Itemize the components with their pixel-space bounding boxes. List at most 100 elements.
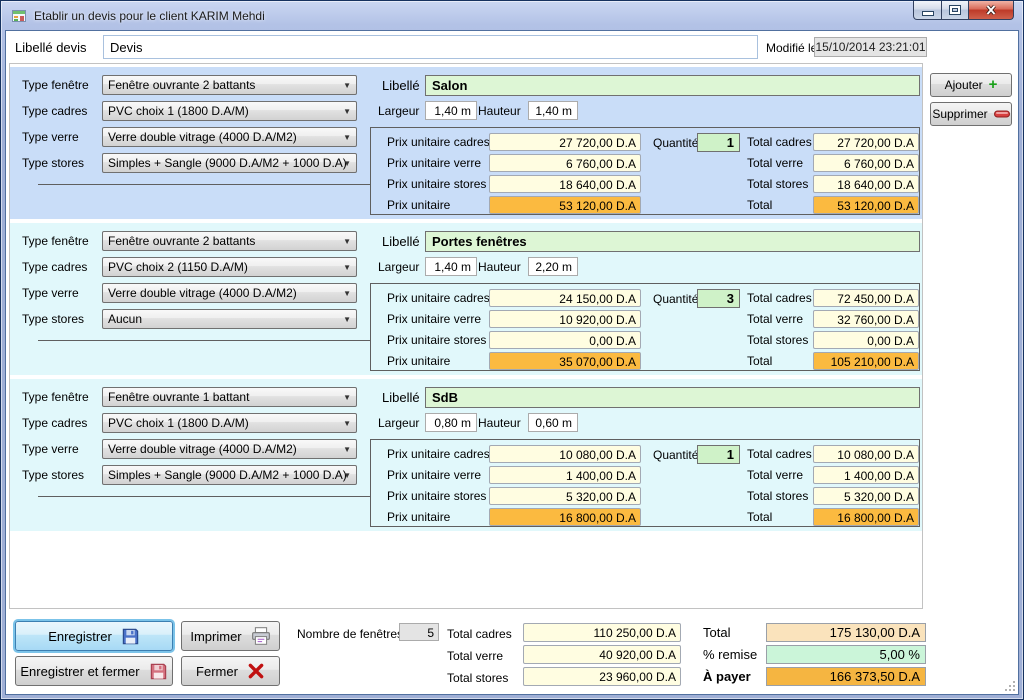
type-stores-label: Type stores — [22, 156, 84, 170]
chevron-down-icon: ▼ — [343, 445, 351, 454]
type-stores-select[interactable]: Aucun▼ — [102, 309, 357, 329]
combo-value: PVC choix 1 (1800 D.A/M) — [108, 104, 249, 118]
type-cadres-label: Type cadres — [22, 104, 87, 118]
close-button[interactable] — [969, 1, 1014, 20]
largeur-field[interactable]: 1,40 m — [425, 257, 477, 276]
combo-value: Simples + Sangle (9000 D.A/M2 + 1000 D.A… — [108, 468, 347, 482]
maximize-button[interactable] — [942, 1, 969, 20]
unit-prices: Prix unitaire cadres10 080,00 D.A Prix u… — [387, 445, 641, 526]
type-cadres-select[interactable]: PVC choix 1 (1800 D.A/M) ▼ — [102, 101, 357, 121]
sum-verre-field: 40 920,00 D.A — [523, 645, 681, 664]
type-fenetre-select[interactable]: Fenêtre ouvrante 2 battants ▼ — [102, 75, 357, 95]
type-verre-label: Type verre — [22, 286, 79, 300]
type-verre-label: Type verre — [22, 442, 79, 456]
close-form-button-label: Fermer — [196, 664, 238, 679]
combo-value: Verre double vitrage (4000 D.A/M2) — [108, 286, 297, 300]
total-field: 105 210,00 D.A — [813, 352, 919, 370]
a-payer-field: 166 373,50 D.A — [766, 667, 926, 686]
devis-name-input[interactable] — [103, 35, 758, 59]
hauteur-field[interactable]: 1,40 m — [528, 101, 578, 120]
total-cadres-field: 27 720,00 D.A — [813, 133, 919, 151]
chevron-down-icon: ▼ — [343, 107, 351, 116]
total-stores-label: Total stores — [747, 489, 813, 503]
modified-label: Modifié le — [766, 41, 817, 55]
libelle-label: Libellé — [382, 390, 420, 405]
pu-stores-label: Prix unitaire stores — [387, 489, 489, 503]
save-icon — [121, 627, 140, 646]
type-cadres-select[interactable]: PVC choix 2 (1150 D.A/M)▼ — [102, 257, 357, 277]
sum-stores-field: 23 960,00 D.A — [523, 667, 681, 686]
total-verre-field: 32 760,00 D.A — [813, 310, 919, 328]
save-and-close-button[interactable]: Enregistrer et fermer — [15, 656, 173, 686]
libelle-label: Libellé — [382, 78, 420, 93]
chevron-down-icon: ▼ — [343, 133, 351, 142]
libelle-field[interactable]: Portes fenêtres — [425, 231, 920, 252]
type-verre-label: Type verre — [22, 130, 79, 144]
add-line-button[interactable]: Ajouter + — [930, 73, 1012, 97]
chevron-down-icon: ▼ — [343, 419, 351, 428]
maximize-icon — [950, 6, 960, 14]
pu-total-field: 16 800,00 D.A — [489, 508, 641, 526]
line-totals: Total cadres27 720,00 D.A Total verre6 7… — [747, 133, 919, 214]
pu-label: Prix unitaire — [387, 354, 489, 368]
total-verre-label: Total verre — [747, 156, 813, 170]
pu-stores-field: 0,00 D.A — [489, 331, 641, 349]
chevron-down-icon: ▼ — [343, 263, 351, 272]
type-stores-select[interactable]: Simples + Sangle (9000 D.A/M2 + 1000 D.A… — [102, 153, 357, 173]
type-verre-select[interactable]: Verre double vitrage (4000 D.A/M2) ▼ — [102, 283, 357, 303]
close-form-button[interactable]: Fermer — [181, 656, 280, 686]
quantite-field[interactable]: 3 — [697, 289, 740, 308]
sum-cadres-label: Total cadres — [447, 627, 512, 641]
sum-cadres-field: 110 250,00 D.A — [523, 623, 681, 642]
type-stores-label: Type stores — [22, 468, 84, 482]
pu-verre-field: 1 400,00 D.A — [489, 466, 641, 484]
quantite-field[interactable]: 1 — [697, 133, 740, 152]
save-close-button-label: Enregistrer et fermer — [20, 664, 139, 679]
plus-icon: + — [989, 79, 998, 91]
dialog-window: Etablir un devis pour le client KARIM Me… — [0, 0, 1024, 700]
hauteur-field[interactable]: 2,20 m — [528, 257, 578, 276]
minimize-icon — [923, 12, 933, 15]
hauteur-label: Hauteur — [478, 260, 521, 274]
remove-line-button[interactable]: Supprimer — [930, 102, 1012, 126]
title-bar: Etablir un devis pour le client KARIM Me… — [1, 1, 1023, 30]
libelle-field[interactable]: Salon — [425, 75, 920, 96]
minimize-button[interactable] — [913, 1, 942, 20]
type-fenetre-select[interactable]: Fenêtre ouvrante 2 battants▼ — [102, 231, 357, 251]
largeur-field[interactable]: 0,80 m — [425, 413, 477, 432]
type-verre-select[interactable]: Verre double vitrage (4000 D.A/M2)▼ — [102, 127, 357, 147]
pu-cadres-field: 10 080,00 D.A — [489, 445, 641, 463]
hauteur-field[interactable]: 0,60 m — [528, 413, 578, 432]
type-cadres-select[interactable]: PVC choix 1 (1800 D.A/M)▼ — [102, 413, 357, 433]
type-fenetre-select[interactable]: Fenêtre ouvrante 1 battant ▼ — [102, 387, 357, 407]
line-totals: Total cadres72 450,00 D.A Total verre32 … — [747, 289, 919, 370]
chevron-down-icon: ▼ — [343, 393, 351, 402]
largeur-label: Largeur — [378, 416, 419, 430]
quote-line-1: Type fenêtre Fenêtre ouvrante 2 battants… — [10, 67, 922, 219]
chevron-down-icon: ▼ — [343, 81, 351, 90]
save-button[interactable]: Enregistrer — [15, 621, 173, 651]
remise-field[interactable]: 5,00 % — [766, 645, 926, 664]
print-button-label: Imprimer — [190, 629, 241, 644]
pu-verre-field: 6 760,00 D.A — [489, 154, 641, 172]
chevron-down-icon: ▼ — [343, 289, 351, 298]
price-panel: Prix unitaire cadres24 150,00 D.A Prix u… — [370, 283, 920, 371]
group-divider — [38, 496, 370, 497]
total-cadres-field: 72 450,00 D.A — [813, 289, 919, 307]
print-button[interactable]: Imprimer — [181, 621, 280, 651]
libelle-field[interactable]: SdB — [425, 387, 920, 408]
quantite-field[interactable]: 1 — [697, 445, 740, 464]
type-stores-select[interactable]: Simples + Sangle (9000 D.A/M2 + 1000 D.A… — [102, 465, 357, 485]
largeur-field[interactable]: 1,40 m — [425, 101, 477, 120]
red-x-icon — [247, 662, 265, 680]
resize-grip[interactable] — [1004, 680, 1016, 692]
combo-value: Fenêtre ouvrante 2 battants — [108, 78, 255, 92]
hauteur-label: Hauteur — [478, 104, 521, 118]
pu-label: Prix unitaire — [387, 198, 489, 212]
combo-value: Fenêtre ouvrante 1 battant — [108, 390, 249, 404]
total-stores-field: 0,00 D.A — [813, 331, 919, 349]
price-panel: Prix unitaire cadres10 080,00 D.A Prix u… — [370, 439, 920, 527]
total-field: 53 120,00 D.A — [813, 196, 919, 214]
type-verre-select[interactable]: Verre double vitrage (4000 D.A/M2)▼ — [102, 439, 357, 459]
largeur-label: Largeur — [378, 260, 419, 274]
